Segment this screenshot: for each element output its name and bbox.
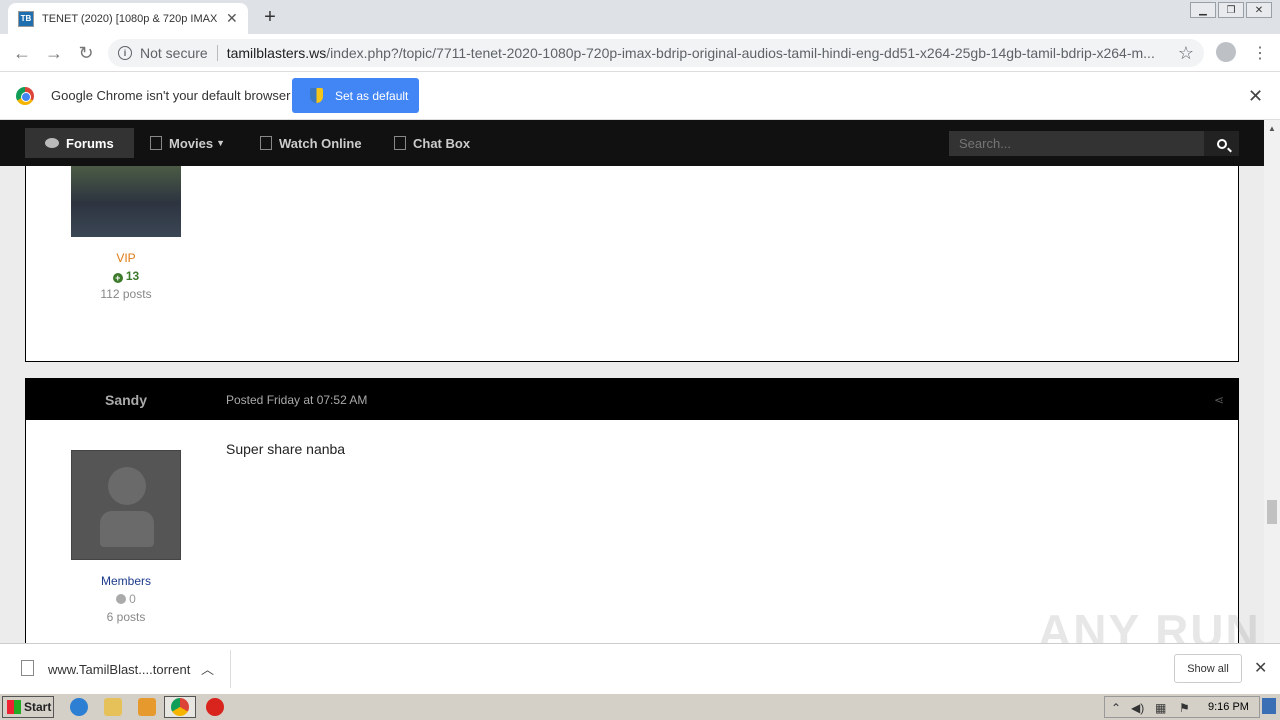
infobar-message: Google Chrome isn't your default browser [51, 88, 291, 103]
default-avatar-head-icon [108, 467, 146, 505]
reputation-count: +13 [26, 269, 226, 283]
tray-expand-icon[interactable]: ⌃ [1111, 701, 1121, 715]
url-path: /index.php?/topic/7711-tenet-2020-1080p-… [326, 45, 1155, 61]
show-all-button[interactable]: Show all [1174, 654, 1242, 683]
start-button[interactable]: Start [2, 696, 54, 718]
action-center-flag-icon[interactable]: ⚑ [1179, 701, 1190, 715]
tab-favicon-icon: TB [18, 10, 34, 27]
post-count: 112 posts [100, 287, 152, 301]
infobar-close-icon[interactable]: ✕ [1248, 86, 1263, 107]
reputation-value: 13 [125, 269, 140, 283]
file-icon [21, 660, 34, 676]
start-label: Start [24, 700, 52, 714]
default-avatar-body-icon [100, 511, 154, 547]
chrome-menu-icon[interactable]: ⋮ [1252, 43, 1268, 63]
nav-movies-label: Movies [169, 135, 214, 151]
url-host: tamilblasters.ws [226, 45, 327, 61]
windows-taskbar: Start ⌃ ◀) ▦ ⚑ 9:16 PM [0, 693, 1280, 720]
not-secure-label: Not secure [140, 45, 208, 61]
antivirus-icon[interactable] [206, 698, 224, 716]
chrome-logo-icon [16, 87, 34, 105]
volume-icon[interactable]: ◀) [1131, 701, 1144, 715]
windows-logo-icon [7, 700, 21, 714]
document-icon [260, 136, 272, 150]
reputation-count: 0 [26, 592, 226, 606]
nav-forums[interactable]: Forums [25, 128, 134, 158]
forward-arrow-icon[interactable]: → [43, 42, 65, 64]
reputation-value: 0 [129, 592, 136, 606]
share-icon[interactable]: ⋖ [1214, 393, 1224, 407]
close-window-icon[interactable]: ✕ [1246, 2, 1272, 18]
download-divider [230, 650, 231, 688]
set-as-default-label: Set as default [335, 88, 409, 103]
nav-movies[interactable]: Movies ▼ [130, 128, 245, 158]
nav-chat-box-label: Chat Box [413, 135, 471, 151]
neutral-dot-icon [116, 594, 127, 604]
new-tab-button[interactable]: + [258, 6, 282, 29]
tab-close-icon[interactable]: ✕ [226, 10, 238, 27]
url-text[interactable]: tamilblasters.ws/index.php?/topic/7711-t… [227, 45, 1167, 61]
download-file-name[interactable]: www.TamilBlast....torrent [48, 662, 190, 677]
post-author[interactable]: Sandy [26, 392, 226, 408]
tab-title: TENET (2020) [1080p & 720p IMAX B [42, 12, 218, 25]
back-arrow-icon[interactable]: ← [11, 42, 33, 64]
chrome-icon [171, 698, 189, 716]
user-rank: Members [100, 574, 151, 588]
post-date: Posted Friday at 07:52 AM [226, 393, 368, 407]
download-shelf: www.TamilBlast....torrent ︿ Show all ✕ [0, 643, 1280, 693]
scroll-thumb[interactable] [1267, 500, 1277, 524]
nav-watch-online[interactable]: Watch Online [240, 128, 382, 158]
address-bar[interactable]: i Not secure tamilblasters.ws/index.php?… [108, 39, 1204, 67]
search-button[interactable] [1204, 131, 1239, 156]
set-as-default-button[interactable]: Set as default [292, 78, 419, 113]
window-controls: ▁ ❐ ✕ [1190, 2, 1272, 18]
plus-circle-icon: + [112, 273, 123, 283]
folder-icon[interactable] [104, 698, 122, 716]
address-divider [216, 45, 218, 61]
site-search-input[interactable] [949, 131, 1204, 156]
browser-tab[interactable]: TB TENET (2020) [1080p & 720p IMAX B ✕ [8, 3, 248, 34]
user-avatar[interactable] [71, 450, 181, 560]
scroll-up-arrow-icon[interactable]: ▲ [1268, 124, 1276, 133]
default-browser-infobar: Google Chrome isn't your default browser… [0, 72, 1280, 120]
reload-icon[interactable]: ↻ [75, 42, 97, 64]
minimize-icon[interactable]: ▁ [1190, 2, 1216, 18]
nav-forums-label: Forums [66, 135, 114, 151]
chevron-up-icon[interactable]: ︿ [201, 659, 214, 678]
page-scrollbar[interactable]: ▲ [1264, 120, 1280, 643]
comments-icon [45, 138, 59, 148]
nav-watch-online-label: Watch Online [279, 135, 362, 151]
media-player-icon[interactable] [138, 698, 156, 716]
browser-toolbar: ← → ↻ i Not secure tamilblasters.ws/inde… [0, 34, 1280, 72]
taskbar-clock[interactable]: 9:16 PM [1208, 701, 1249, 713]
show-desktop-icon[interactable] [1262, 698, 1276, 714]
post-body: Super share nanba [226, 441, 346, 457]
internet-explorer-icon[interactable] [70, 698, 88, 716]
forum-page: VIP +13 112 posts Sandy Posted Friday at… [0, 120, 1264, 643]
browser-titlebar: TB TENET (2020) [1080p & 720p IMAX B ✕ +… [0, 0, 1280, 34]
post-header: Sandy Posted Friday at 07:52 AM ⋖ [26, 379, 1238, 420]
document-icon [150, 136, 162, 150]
uac-shield-icon [310, 88, 323, 103]
bookmark-star-icon[interactable]: ☆ [1178, 43, 1194, 64]
document-icon [394, 136, 406, 150]
profile-avatar-icon[interactable] [1216, 42, 1236, 62]
site-nav: Forums Movies ▼ Watch Online Chat Box [0, 120, 1264, 166]
maximize-icon[interactable]: ❐ [1218, 2, 1244, 18]
post-count: 6 posts [106, 610, 146, 624]
search-icon [1216, 138, 1227, 149]
user-rank: VIP [116, 251, 136, 265]
network-icon[interactable]: ▦ [1155, 701, 1166, 715]
download-shelf-close-icon[interactable]: ✕ [1254, 658, 1267, 678]
nav-chat-box[interactable]: Chat Box [374, 128, 490, 158]
caret-down-icon: ▼ [216, 138, 225, 148]
info-icon[interactable]: i [118, 46, 132, 60]
